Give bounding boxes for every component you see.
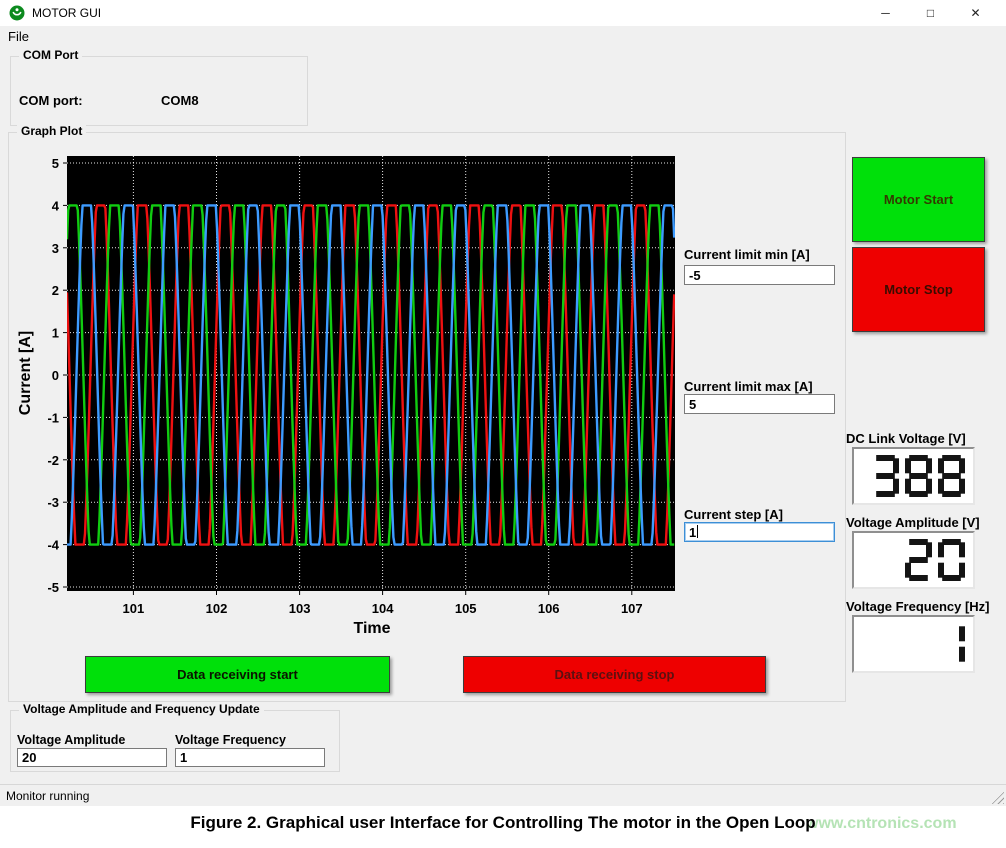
data-receiving-stop-button[interactable]: Data receiving stop xyxy=(463,656,766,693)
data-receiving-start-button[interactable]: Data receiving start xyxy=(85,656,390,693)
svg-text:3: 3 xyxy=(52,241,59,256)
dc-link-voltage-display xyxy=(852,447,975,505)
svg-text:1: 1 xyxy=(52,326,59,341)
figure-caption: Figure 2. Graphical user Interface for C… xyxy=(0,813,1006,833)
svg-text:-4: -4 xyxy=(47,538,59,553)
window-controls: ─ □ ✕ xyxy=(863,0,998,26)
svg-text:105: 105 xyxy=(455,601,477,616)
menu-file[interactable]: File xyxy=(0,26,37,47)
svg-text:-5: -5 xyxy=(47,580,59,595)
voltage-amplitude-display-label: Voltage Amplitude [V] xyxy=(846,515,980,530)
svg-text:-2: -2 xyxy=(47,453,59,468)
voltage-amplitude-display xyxy=(852,531,975,589)
voltage-amplitude-label: Voltage Amplitude xyxy=(17,733,125,747)
svg-text:101: 101 xyxy=(123,601,145,616)
voltage-frequency-display xyxy=(852,615,975,673)
svg-text:-3: -3 xyxy=(47,495,59,510)
current-limit-min-input[interactable] xyxy=(684,265,835,285)
voltage-frequency-label: Voltage Frequency xyxy=(175,733,286,747)
current-step-input[interactable] xyxy=(684,522,835,542)
voltage-amplitude-input[interactable] xyxy=(17,748,167,767)
app-icon xyxy=(9,5,25,21)
voltage-frequency-display-label: Voltage Frequency [Hz] xyxy=(846,599,990,614)
y-axis-label: Current [A] xyxy=(17,331,35,415)
svg-text:5: 5 xyxy=(52,156,59,171)
menu-bar: File xyxy=(0,26,1006,48)
current-limit-max-label: Current limit max [A] xyxy=(684,379,813,394)
current-limit-max-input[interactable] xyxy=(684,394,835,414)
svg-text:0: 0 xyxy=(52,368,59,383)
maximize-button[interactable]: □ xyxy=(908,0,953,26)
close-button[interactable]: ✕ xyxy=(953,0,998,26)
svg-text:106: 106 xyxy=(538,601,560,616)
com-port-value: COM8 xyxy=(161,93,199,108)
caption-area: www.cntronics.com Figure 2. Graphical us… xyxy=(0,806,1006,848)
svg-text:103: 103 xyxy=(289,601,311,616)
dc-link-voltage-label: DC Link Voltage [V] xyxy=(846,431,966,446)
voltage-frequency-input[interactable] xyxy=(175,748,325,767)
status-text: Monitor running xyxy=(6,789,89,803)
svg-text:102: 102 xyxy=(206,601,228,616)
app-root: MOTOR GUI ─ □ ✕ File COM Port COM port: … xyxy=(0,0,1006,848)
svg-text:2: 2 xyxy=(52,283,59,298)
graph-plot-group-title: Graph Plot xyxy=(17,124,86,138)
motor-stop-button[interactable]: Motor Stop xyxy=(852,247,985,332)
motor-gui-window: MOTOR GUI ─ □ ✕ File COM Port COM port: … xyxy=(0,0,1006,806)
com-port-group-title: COM Port xyxy=(19,48,82,62)
svg-text:4: 4 xyxy=(52,198,60,213)
voltage-update-group-title: Voltage Amplitude and Frequency Update xyxy=(19,702,264,716)
window-title: MOTOR GUI xyxy=(32,6,101,20)
resize-grip[interactable] xyxy=(990,790,1004,804)
title-bar: MOTOR GUI ─ □ ✕ xyxy=(0,0,1006,26)
text-caret xyxy=(697,525,698,538)
svg-text:-1: -1 xyxy=(47,410,59,425)
com-port-group: COM Port COM port: COM8 xyxy=(10,56,308,126)
x-axis-label: Time xyxy=(341,620,403,638)
voltage-update-group: Voltage Amplitude and Frequency Update V… xyxy=(10,710,340,772)
com-port-label: COM port: xyxy=(19,93,83,108)
svg-text:107: 107 xyxy=(621,601,643,616)
current-limit-min-label: Current limit min [A] xyxy=(684,247,810,262)
svg-text:104: 104 xyxy=(372,601,394,616)
motor-start-button[interactable]: Motor Start xyxy=(852,157,985,242)
current-step-label: Current step [A] xyxy=(684,507,783,522)
minimize-button[interactable]: ─ xyxy=(863,0,908,26)
current-step-field xyxy=(684,522,835,542)
current-waveform-chart: 101 102 103 104 105 106 107 5 4 3 2 1 0 -1 -2 -3 -4 -5 xyxy=(30,146,685,626)
status-bar: Monitor running xyxy=(0,784,1006,806)
